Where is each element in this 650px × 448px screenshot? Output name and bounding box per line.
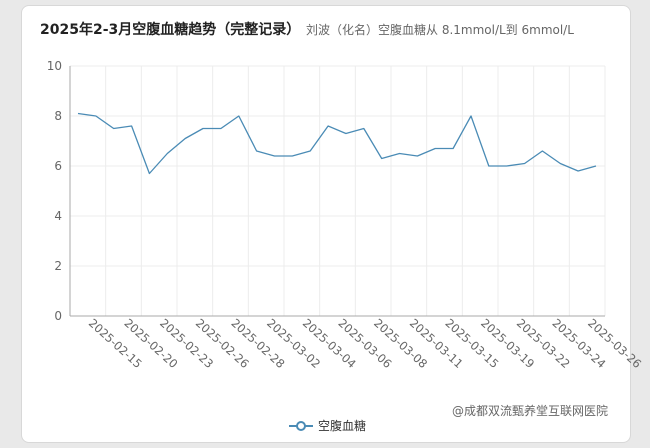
y-tick-label: 4: [54, 209, 62, 223]
series-line: [77, 112, 597, 175]
y-tick-label: 10: [47, 59, 62, 73]
legend-line-marker-icon: [289, 420, 313, 431]
y-tick-label: 8: [54, 109, 62, 123]
line-chart: 02468102025-02-152025-02-202025-02-23202…: [47, 59, 644, 371]
y-tick-label: 6: [54, 159, 62, 173]
legend-label: 空腹血糖: [318, 419, 367, 433]
y-tick-label: 2: [54, 259, 62, 273]
y-tick-label: 0: [54, 309, 62, 323]
watermark-text: @成都双流甄养堂互联网医院: [452, 404, 609, 418]
legend[interactable]: 空腹血糖: [288, 417, 366, 434]
